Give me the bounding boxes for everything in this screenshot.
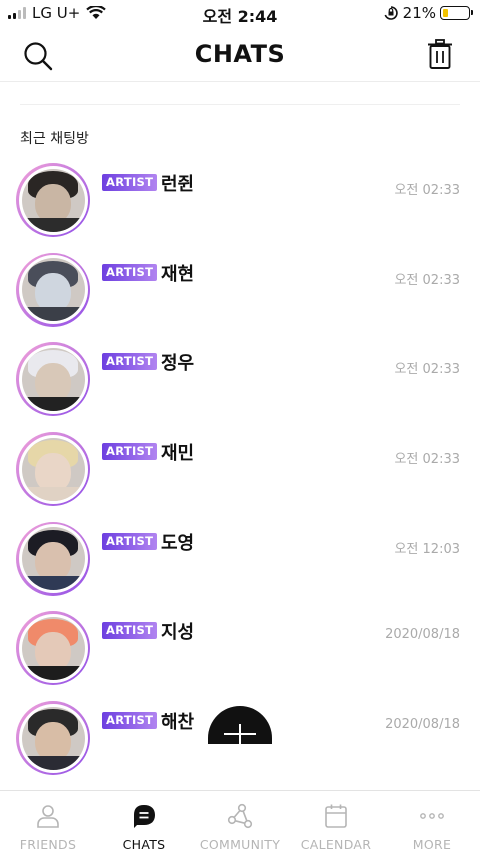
artist-badge: ARTIST <box>102 532 158 550</box>
avatar <box>21 168 85 232</box>
chat-name: 정우 <box>161 353 195 375</box>
bottom-tab-bar: FRIENDS CHATS COMMUNITY CALENDAR MORE <box>0 790 480 854</box>
avatar-ring <box>16 611 90 686</box>
chat-timestamp: 오전 02:33 <box>394 362 460 378</box>
avatar <box>21 527 85 591</box>
chat-name: 해찬 <box>161 712 195 734</box>
trash-icon[interactable] <box>426 38 454 70</box>
share-nodes-icon <box>227 803 253 829</box>
tab-label: CALENDAR <box>300 837 372 852</box>
battery-fill <box>443 9 449 17</box>
tab-label: MORE <box>412 837 452 852</box>
chat-name: 지성 <box>161 622 195 644</box>
chat-list-item[interactable]: ARTIST 재현 오전 02:33 <box>0 246 480 336</box>
chat-timestamp: 2020/08/18 <box>385 627 460 643</box>
avatar-ring <box>16 701 90 776</box>
avatar <box>21 616 85 680</box>
chat-timestamp: 오전 02:33 <box>394 272 460 288</box>
avatar <box>21 706 85 770</box>
artist-badge: ARTIST <box>102 712 158 730</box>
status-right: 21% <box>383 4 473 22</box>
chat-name: 재현 <box>161 263 195 285</box>
tab-friends[interactable]: FRIENDS <box>0 791 96 854</box>
chat-name: 런쥔 <box>161 174 195 195</box>
tab-label: CHATS <box>122 837 166 852</box>
section-title-recent-chats: 최근 채팅방 <box>20 131 89 147</box>
avatar-ring <box>16 521 90 596</box>
more-dots-icon <box>420 813 444 819</box>
person-icon <box>37 805 59 828</box>
avatar-ring <box>16 252 90 327</box>
chat-list-item[interactable]: ARTIST 정우 오전 02:33 <box>0 335 480 425</box>
artist-badge: ARTIST <box>102 263 158 281</box>
avatar-ring <box>16 163 90 237</box>
tab-community[interactable]: COMMUNITY <box>192 791 288 854</box>
chat-list-item[interactable]: ARTIST 도영 오전 12:03 <box>0 515 480 605</box>
chat-list-item[interactable]: ARTIST 런쥔 오전 02:33 <box>0 156 480 246</box>
battery-icon <box>440 6 473 20</box>
tab-calendar[interactable]: CALENDAR <box>288 791 384 854</box>
artist-badge: ARTIST <box>102 622 158 640</box>
chat-bubble-icon <box>134 805 155 828</box>
avatar <box>21 437 85 501</box>
artist-badge: ARTIST <box>102 174 158 191</box>
avatar <box>21 347 85 411</box>
tab-chats[interactable]: CHATS <box>96 791 192 854</box>
tab-label: COMMUNITY <box>199 837 281 852</box>
calendar-icon <box>325 804 347 828</box>
chat-timestamp: 오전 12:03 <box>394 541 460 557</box>
app-header: CHATS <box>0 26 480 82</box>
search-icon[interactable] <box>22 40 54 72</box>
avatar <box>21 258 85 322</box>
chat-name: 재민 <box>161 443 195 465</box>
page-title: CHATS <box>194 40 286 68</box>
tab-label: FRIENDS <box>19 837 77 852</box>
chat-timestamp: 오전 02:33 <box>394 452 460 468</box>
chat-list-item[interactable]: ARTIST 재민 오전 02:33 <box>0 425 480 515</box>
chat-timestamp: 오전 02:33 <box>394 183 460 198</box>
chat-name: 도영 <box>161 532 195 554</box>
tab-more[interactable]: MORE <box>384 791 480 854</box>
orientation-lock-icon <box>384 6 398 20</box>
artist-badge: ARTIST <box>102 443 158 461</box>
divider <box>20 104 460 105</box>
chat-list: ARTIST 런쥔 오전 02:33 ARTIST 재현 오전 02:33 ARTIST 정우… <box>0 156 480 784</box>
artist-badge: ARTIST <box>102 353 158 371</box>
battery-percent: 21% <box>402 4 436 22</box>
chat-list-item[interactable]: ARTIST 지성 2020/08/18 <box>0 604 480 694</box>
avatar-ring <box>16 432 90 507</box>
avatar-ring <box>16 342 90 417</box>
status-bar: LG U+ 오전 2:44 21% <box>0 0 480 26</box>
chat-timestamp: 2020/08/18 <box>385 717 460 733</box>
